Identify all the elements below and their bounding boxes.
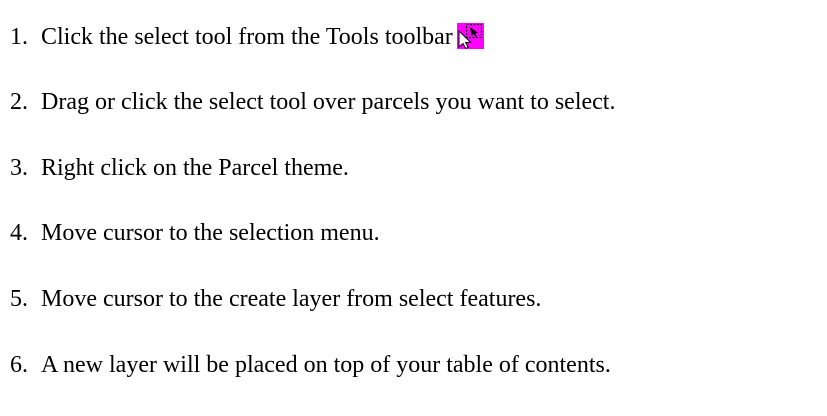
step-number: 3. (10, 155, 28, 181)
step-text: Move cursor to the create layer from sel… (41, 286, 542, 312)
step-6: 6. A new layer will be placed on top of y… (10, 350, 611, 380)
step-text: Right click on the Parcel theme. (41, 155, 349, 181)
step-number: 2. (10, 89, 28, 115)
step-text: Click the select tool from the Tools too… (41, 24, 453, 50)
step-3: 3. Right click on the Parcel theme. (10, 153, 349, 183)
step-number: 4. (10, 220, 28, 246)
select-tool-icon (456, 23, 484, 50)
step-number: 5. (10, 286, 28, 312)
step-1: 1. Click the select tool from the Tools t… (10, 22, 484, 52)
step-number: 6. (10, 352, 28, 378)
step-text: Move cursor to the selection menu. (41, 220, 380, 246)
step-4: 4. Move cursor to the selection menu. (10, 218, 380, 248)
step-text: A new layer will be placed on top of you… (41, 352, 611, 378)
step-text: Drag or click the select tool over parce… (41, 89, 616, 115)
step-5: 5. Move cursor to the create layer from s… (10, 284, 541, 314)
step-2: 2. Drag or click the select tool over par… (10, 87, 615, 117)
step-number: 1. (10, 24, 28, 50)
